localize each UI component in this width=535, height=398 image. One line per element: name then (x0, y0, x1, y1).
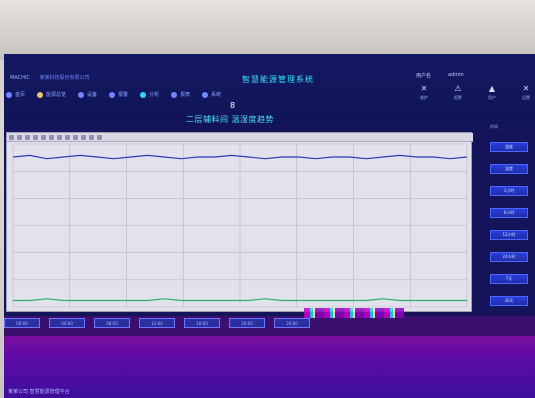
lower-panel (4, 336, 535, 398)
app-title: 智慧能源管理系统 (242, 75, 314, 84)
time-tab[interactable]: 08:00 (94, 318, 130, 328)
nav-item-device[interactable]: 设备 (78, 91, 97, 98)
user-button[interactable]: ▲ 用户 (482, 84, 502, 108)
display-glitch (304, 308, 404, 318)
device-icon (78, 91, 85, 98)
settings-label: 设置 (522, 95, 530, 100)
time-tab[interactable]: 00:00 (4, 318, 40, 328)
user-button-label: 用户 (488, 95, 496, 100)
brand: MACHIC 某某科技股份有限公司 (10, 74, 89, 81)
page-title: 二层辅料间 温湿度趋势 (186, 115, 275, 124)
time-tab[interactable]: 16:00 (184, 318, 220, 328)
report-icon (171, 91, 178, 98)
analysis-icon (140, 91, 147, 98)
warning-button[interactable]: ⚠ 报警 (448, 84, 468, 108)
brand-logo: MACHIC (10, 75, 30, 81)
side-button[interactable]: 6小时 (490, 208, 528, 218)
pause-icon[interactable] (89, 134, 94, 140)
time-tab[interactable]: 04:00 (49, 318, 85, 328)
settings-icon: ✕ (522, 84, 530, 93)
zoom-out-icon[interactable] (17, 134, 22, 140)
settings-button[interactable]: ✕ 设置 (516, 84, 535, 108)
nav-label: 报警 (118, 92, 129, 98)
user-icon: ▲ (488, 84, 496, 93)
right-toolbar: ✕ 维护 ⚠ 报警 ▲ 用户 ✕ 设置 (414, 84, 535, 108)
tools-label: 维护 (420, 95, 428, 100)
time-tab[interactable]: 12:00 (139, 318, 175, 328)
side-button[interactable]: 12小时 (490, 230, 528, 240)
chart-toolbar (7, 133, 473, 142)
user-label: 用户名 (416, 73, 432, 79)
side-button[interactable]: 湿度 (490, 164, 528, 174)
nav-label: 设备 (87, 92, 98, 98)
side-panel-label: 时间 (490, 124, 498, 129)
user-name[interactable]: admin (448, 72, 464, 78)
system-icon (202, 91, 209, 98)
wall-top (0, 0, 535, 60)
footer-text: 某某公司 智慧能源管理平台 (8, 389, 70, 395)
side-button[interactable]: 7天 (490, 274, 528, 284)
side-panel: 时间 温度 湿度 1小时 6小时 12小时 24小时 7天 30天 (490, 124, 532, 314)
reset-icon[interactable] (33, 134, 38, 140)
nav-label: 首页 (15, 92, 26, 98)
nav-item-energy[interactable]: 能源总览 (37, 91, 66, 98)
time-tabs: 00:00 04:00 08:00 12:00 16:00 20:00 24:0… (4, 318, 310, 328)
nav-label: 报表 (180, 92, 191, 98)
nav-item-analysis[interactable]: 分析 (140, 91, 159, 98)
nav-item-report[interactable]: 报表 (171, 91, 190, 98)
main-nav: 首页 能源总览 设备 报警 分析 报表 系统 (6, 91, 221, 98)
tools-button[interactable]: ✕ 维护 (414, 84, 434, 108)
play-icon[interactable] (81, 134, 86, 140)
cursor-icon[interactable] (57, 134, 62, 140)
nav-item-alarm[interactable]: 报警 (109, 91, 128, 98)
alarm-icon (109, 91, 116, 98)
warning-label: 报警 (454, 95, 462, 100)
brand-subtitle: 某某科技股份有限公司 (39, 75, 90, 81)
side-button[interactable]: 温度 (490, 142, 528, 152)
grid-icon[interactable] (65, 134, 70, 140)
tools-icon: ✕ (420, 84, 428, 93)
trend-chart[interactable] (6, 132, 473, 312)
nav-label: 能源总览 (46, 92, 67, 98)
pan-icon[interactable] (25, 134, 30, 140)
side-button[interactable]: 24小时 (490, 252, 528, 262)
time-tab[interactable]: 20:00 (229, 318, 265, 328)
center-mark: 8 (230, 101, 236, 110)
legend-icon[interactable] (73, 134, 78, 140)
print-icon[interactable] (41, 134, 46, 140)
plot-area (12, 143, 468, 308)
nav-item-home[interactable]: 首页 (6, 91, 25, 98)
home-icon (6, 91, 12, 98)
time-tab[interactable]: 24:00 (274, 318, 310, 328)
side-button[interactable]: 30天 (490, 296, 528, 306)
zoom-in-icon[interactable] (9, 134, 14, 140)
warning-icon: ⚠ (454, 84, 462, 93)
nav-label: 系统 (211, 92, 222, 98)
side-button[interactable]: 1小时 (490, 186, 528, 196)
nav-item-system[interactable]: 系统 (202, 91, 221, 98)
nav-label: 分析 (149, 92, 160, 98)
export-icon[interactable] (49, 134, 54, 140)
top-bar: MACHIC 某某科技股份有限公司 智慧能源管理系统 用户名 admin 首页 … (4, 54, 535, 124)
refresh-icon[interactable] (97, 134, 102, 140)
energy-icon (37, 91, 44, 98)
monitor-screen: MACHIC 某某科技股份有限公司 智慧能源管理系统 用户名 admin 首页 … (4, 54, 535, 398)
